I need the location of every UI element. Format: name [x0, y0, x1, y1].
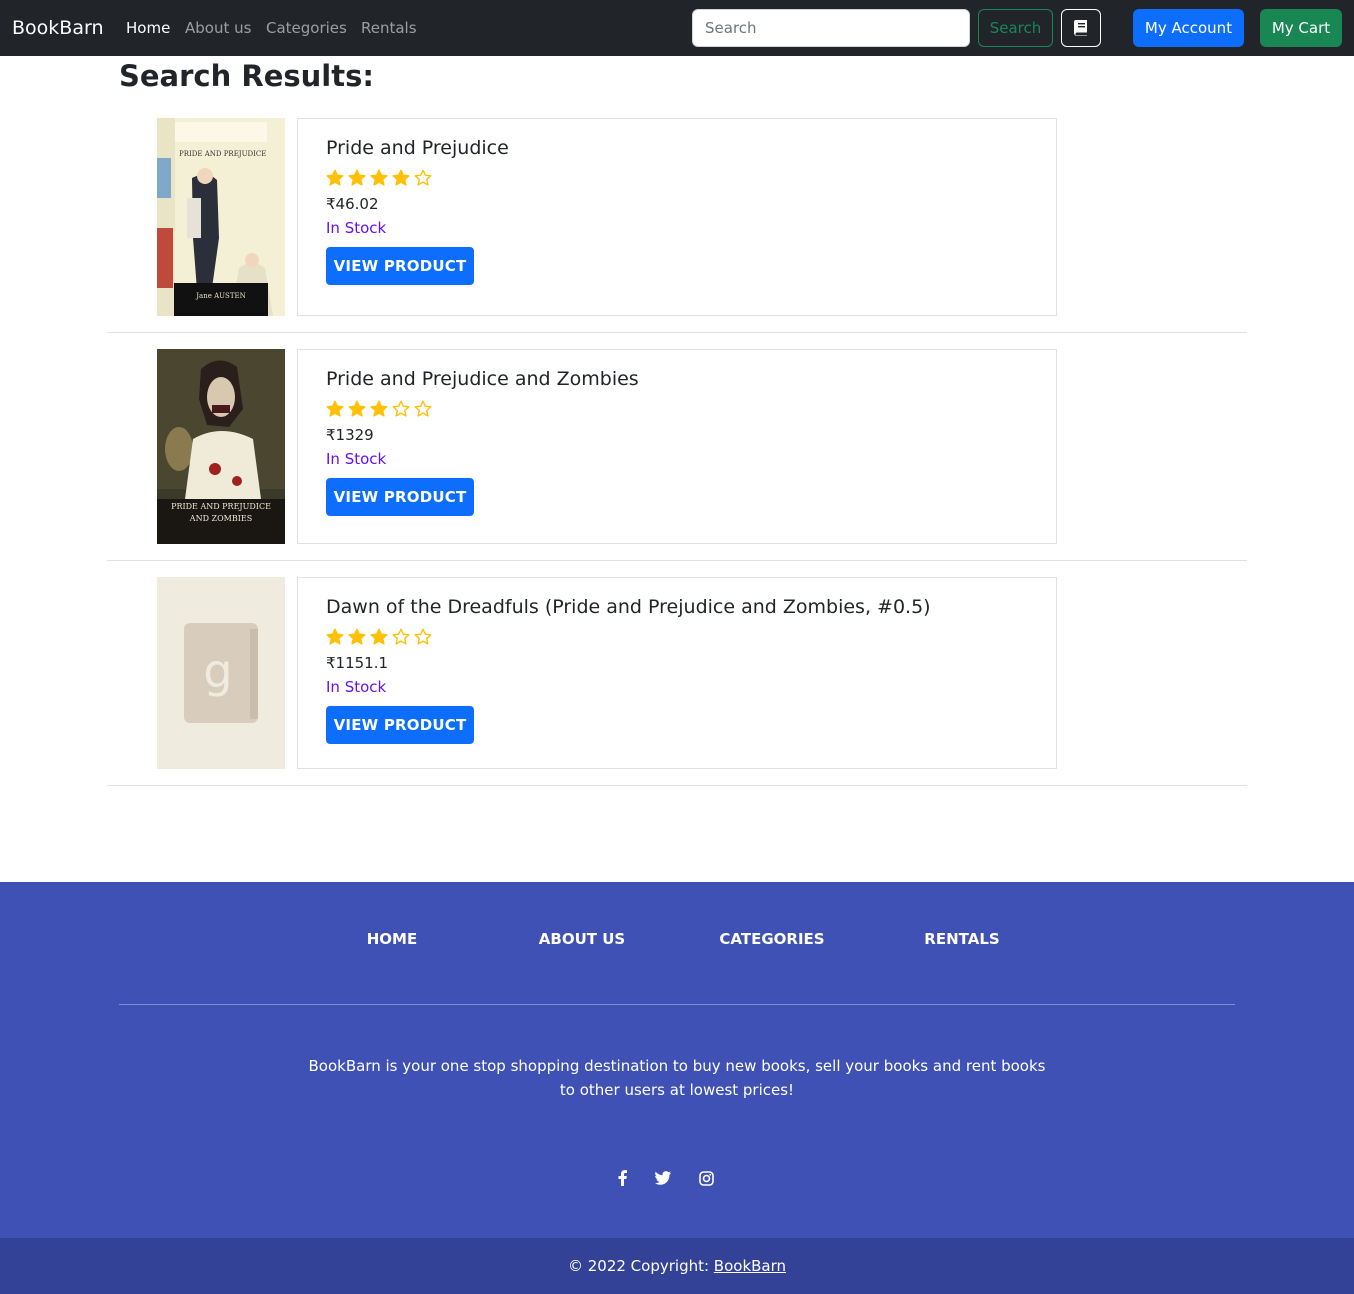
search-result: g Dawn of the Dreadfuls (Pride and Preju… — [107, 577, 1247, 786]
book-cover-image[interactable]: g — [157, 577, 285, 769]
star-filled-icon — [370, 169, 388, 187]
star-filled-icon — [348, 169, 366, 187]
star-filled-icon — [348, 628, 366, 646]
cover-title: PRIDE AND PREJUDICE — [179, 150, 266, 158]
footer-link-rentals[interactable]: RENTALS — [910, 928, 1014, 950]
product-card: Pride and Prejudice and Zombies ₹1329 In… — [297, 349, 1057, 544]
footer-link-categories[interactable]: CATEGORIES — [714, 928, 830, 950]
star-empty-icon — [414, 400, 432, 418]
star-filled-icon — [392, 169, 410, 187]
search-input[interactable] — [692, 9, 970, 47]
search-result: PRIDE AND PREJUDICE AND ZOMBIES Pride an… — [107, 349, 1247, 561]
star-filled-icon — [370, 400, 388, 418]
star-filled-icon — [326, 400, 344, 418]
stock-status: In Stock — [326, 450, 387, 468]
my-account-button[interactable]: My Account — [1133, 9, 1244, 47]
star-filled-icon — [326, 628, 344, 646]
product-card: Pride and Prejudice ₹46.02 In Stock VIEW… — [297, 118, 1057, 316]
cover-title-line-2: AND ZOMBIES — [189, 514, 252, 523]
star-filled-icon — [326, 169, 344, 187]
star-empty-icon — [414, 169, 432, 187]
star-empty-icon — [392, 628, 410, 646]
footer: HOME ABOUT US CATEGORIES RENTALS BookBar… — [0, 882, 1354, 1238]
instagram-icon[interactable] — [696, 1168, 716, 1188]
book-icon — [1074, 20, 1087, 36]
book-cover-image[interactable]: PRIDE AND PREJUDICE Jane AUSTEN — [157, 118, 285, 316]
search-button[interactable]: Search — [978, 9, 1053, 47]
nav-link-about-us[interactable]: About us — [185, 15, 251, 41]
footer-description: BookBarn is your one stop shopping desti… — [308, 1057, 1046, 1099]
product-title[interactable]: Pride and Prejudice — [326, 136, 509, 160]
product-price: ₹46.02 — [326, 195, 379, 213]
star-filled-icon — [348, 400, 366, 418]
star-rating — [326, 628, 432, 648]
book-cover-image[interactable]: PRIDE AND PREJUDICE AND ZOMBIES — [157, 349, 285, 544]
star-filled-icon — [370, 628, 388, 646]
star-empty-icon — [414, 628, 432, 646]
star-empty-icon — [392, 400, 410, 418]
cover-author: Jane AUSTEN — [195, 292, 246, 300]
nav-link-categories[interactable]: Categories — [266, 15, 347, 41]
cover-title-line-1: PRIDE AND PREJUDICE — [171, 502, 271, 511]
my-cart-button[interactable]: My Cart — [1260, 9, 1342, 47]
navbar: BookBarn Home About us Categories Rental… — [0, 0, 1354, 56]
footer-divider — [119, 1004, 1235, 1005]
twitter-icon[interactable] — [653, 1168, 673, 1188]
product-title[interactable]: Pride and Prejudice and Zombies — [326, 367, 639, 391]
view-product-button[interactable]: VIEW PRODUCT — [326, 706, 474, 744]
page-title: Search Results: — [119, 59, 374, 93]
copyright-bar: © 2022 Copyright: BookBarn — [0, 1238, 1354, 1294]
copyright-text: © 2022 Copyright: — [567, 1257, 714, 1275]
nav-link-rentals[interactable]: Rentals — [361, 15, 417, 41]
product-card: Dawn of the Dreadfuls (Pride and Prejudi… — [297, 577, 1057, 769]
brand-logo[interactable]: BookBarn — [12, 14, 103, 42]
stock-status: In Stock — [326, 219, 387, 237]
product-price: ₹1329 — [326, 426, 374, 444]
footer-link-home[interactable]: HOME — [340, 928, 444, 950]
product-price: ₹1151.1 — [326, 654, 389, 672]
view-product-button[interactable]: VIEW PRODUCT — [326, 247, 474, 285]
view-product-button[interactable]: VIEW PRODUCT — [326, 478, 474, 516]
facebook-icon[interactable] — [612, 1168, 632, 1188]
search-result: PRIDE AND PREJUDICE Jane AUSTEN Pride an… — [107, 118, 1247, 333]
star-rating — [326, 400, 432, 420]
star-rating — [326, 169, 432, 189]
book-button[interactable] — [1061, 9, 1101, 47]
placeholder-letter: g — [203, 644, 232, 698]
footer-link-about-us[interactable]: ABOUT US — [530, 928, 634, 950]
stock-status: In Stock — [326, 678, 387, 696]
nav-link-home[interactable]: Home — [126, 15, 170, 41]
copyright-link[interactable]: BookBarn — [714, 1257, 786, 1275]
product-title[interactable]: Dawn of the Dreadfuls (Pride and Prejudi… — [326, 595, 931, 619]
